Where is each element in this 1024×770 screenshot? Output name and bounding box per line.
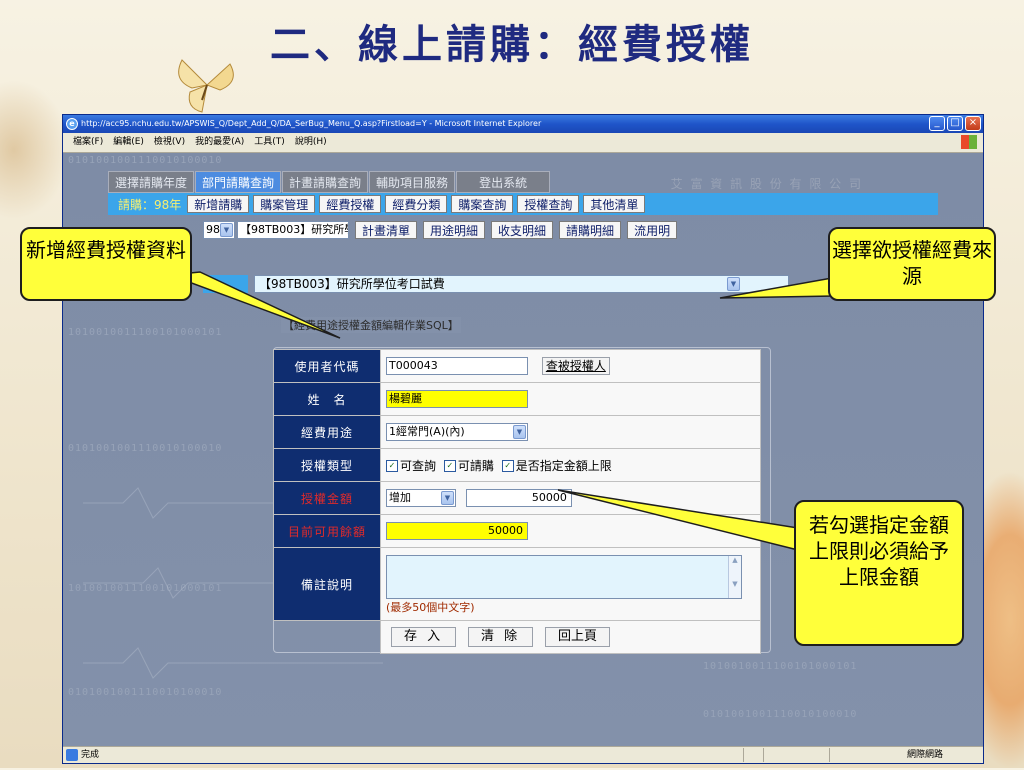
binary-bg: 0101001001110010100010 (68, 155, 223, 166)
ie-icon: e (66, 118, 78, 130)
available-balance: 50000 (386, 522, 528, 540)
menu-bar: 檔案(F) 編輯(E) 檢視(V) 我的最愛(A) 工具(T) 說明(H) (63, 133, 983, 153)
tab-plan-query[interactable]: 計畫請購查詢 (282, 171, 369, 193)
binary-bg: 0101001001110010100010 (68, 443, 223, 454)
auth-amount-label: 授權金額 (273, 481, 381, 515)
windows-logo-icon (961, 135, 977, 149)
page-done-icon (66, 749, 78, 761)
top-nav: 選擇請購年度 部門請購查詢 計畫請購查詢 輔助項目服務 登出系統 (108, 171, 551, 193)
callout-select-source: 選擇欲授權經費來源 (828, 227, 996, 301)
binary-bg: 0101001001110010100010 (703, 709, 858, 720)
tab-aux-service[interactable]: 輔助項目服務 (369, 171, 456, 193)
binary-bg: 1010010011100101000101 (68, 327, 223, 338)
amount-input[interactable]: 50000 (465, 489, 572, 507)
menu-file[interactable]: 檔案(F) (73, 133, 103, 152)
usage-label: 經費用途 (273, 415, 381, 449)
textarea-scrollbar[interactable]: ▲ ▼ (728, 556, 741, 598)
window-title: http://acc95.nchu.edu.tw/APSWIS_Q/Dept_A… (81, 119, 542, 128)
status-separator (743, 748, 744, 762)
amount-op-select[interactable]: 增加 ▼ (386, 489, 456, 507)
query-authorized-button[interactable]: 查被授權人 (541, 357, 610, 375)
menu-favorites[interactable]: 我的最愛(A) (195, 133, 244, 152)
source-bar: 【98TB003】研究所學位考口試費 ▼ (203, 275, 793, 293)
slide-title: 二、線上請購：經費授權 (270, 21, 754, 68)
request-checkbox-label: 可請購 (457, 458, 494, 473)
tab-other-list[interactable]: 其他清單 (583, 195, 646, 213)
company-name: 艾 富 資 訊 股 份 有 限 公 司 (670, 177, 863, 191)
callout-limit-amount: 若勾選指定金額上限則必須給予上限金額 (794, 500, 964, 646)
window-titlebar: e http://acc95.nchu.edu.tw/APSWIS_Q/Dept… (63, 115, 983, 133)
year-label: 請購：98年 (118, 197, 182, 212)
chevron-down-icon: ▼ (441, 491, 454, 505)
tab-auth-query[interactable]: 授權查詢 (517, 195, 580, 213)
empty-cell (274, 621, 381, 654)
source-label-bg (203, 275, 248, 293)
request-checkbox[interactable]: ✓ (443, 460, 456, 472)
status-text: 完成 (81, 750, 100, 760)
sub-nav: 請購：98年 新增請購 購案管理 經費授權 經費分類 購案查詢 授權查詢 其他清… (108, 193, 938, 215)
status-separator (829, 748, 830, 762)
project-select[interactable]: 【98TB003】研究所學位考口試費 (237, 221, 349, 239)
query-checkbox[interactable]: ✓ (386, 460, 398, 472)
status-bar: 完成 網際網路 (63, 746, 983, 763)
maximize-button[interactable]: □ (947, 116, 963, 131)
clear-button[interactable]: 清 除 (467, 627, 534, 647)
limit-checkbox[interactable]: ✓ (501, 460, 514, 472)
limit-checkbox-label: 是否指定金額上限 (515, 458, 612, 473)
year-select[interactable]: 98 ▼ (203, 221, 235, 239)
internet-zone: 網際網路 (906, 750, 943, 760)
tab-usage-detail[interactable]: 用途明細 (423, 221, 486, 239)
usage-select[interactable]: 1經常門(A)(內) ▼ (386, 423, 528, 441)
project-nav: 98 ▼ 【98TB003】研究所學位考口試費 計畫清單 用途明細 收支明細 請… (203, 219, 678, 241)
tab-new-request[interactable]: 新增請購 (187, 195, 250, 213)
form-title: 【經費用途授權金額編輯作業SQL】 (281, 317, 461, 333)
user-code-label: 使用者代碼 (273, 349, 381, 383)
chevron-down-icon: ▼ (513, 425, 526, 439)
browser-window: e http://acc95.nchu.edu.tw/APSWIS_Q/Dept… (62, 114, 984, 764)
auth-type-label: 授權類型 (273, 448, 381, 482)
status-separator (763, 748, 764, 762)
background-leaf-left (0, 80, 70, 220)
chevron-down-icon: ▼ (220, 223, 233, 237)
remarks-textarea[interactable]: ▲ ▼ (386, 555, 742, 599)
menu-view[interactable]: 檢視(V) (154, 133, 185, 152)
tab-purchase-manage[interactable]: 購案管理 (253, 195, 316, 213)
back-button[interactable]: 回上頁 (544, 627, 610, 647)
save-button[interactable]: 存 入 (391, 627, 457, 647)
chevron-down-icon: ▼ (727, 277, 740, 291)
menu-tools[interactable]: 工具(T) (254, 133, 285, 152)
name-field[interactable]: 楊碧麗 (386, 390, 528, 408)
remarks-hint: (最多50個中文字) (386, 601, 475, 614)
tab-logout[interactable]: 登出系統 (456, 171, 551, 193)
fund-source-select[interactable]: 【98TB003】研究所學位考口試費 ▼ (254, 275, 789, 293)
callout-new-auth: 新增經費授權資料 (20, 227, 192, 301)
binary-bg: 1010010011100101000101 (703, 661, 858, 672)
name-label: 姓 名 (273, 382, 381, 416)
minimize-button[interactable]: _ (929, 116, 945, 131)
auth-form: 使用者代碼 T000043 查被授權人 姓 名 楊碧麗 經費用途 1經常門(A)… (273, 349, 761, 654)
query-checkbox-label: 可查詢 (400, 458, 437, 473)
user-code-input[interactable]: T000043 (386, 357, 528, 375)
tab-plan-list[interactable]: 計畫清單 (355, 221, 418, 239)
menu-edit[interactable]: 編輯(E) (113, 133, 144, 152)
tab-fund-category[interactable]: 經費分類 (385, 195, 448, 213)
tab-income-detail[interactable]: 收支明細 (491, 221, 554, 239)
menu-help[interactable]: 說明(H) (295, 133, 327, 152)
close-button[interactable]: × (965, 116, 981, 131)
tab-select-year[interactable]: 選擇請購年度 (108, 171, 195, 193)
tab-purchase-query[interactable]: 購案查詢 (451, 195, 514, 213)
tab-dept-query[interactable]: 部門請購查詢 (195, 171, 282, 193)
remarks-label: 備註說明 (273, 547, 381, 621)
tab-request-detail[interactable]: 請購明細 (559, 221, 622, 239)
tab-transfer-detail[interactable]: 流用明 (627, 221, 678, 239)
available-label: 目前可用餘額 (273, 514, 381, 548)
tab-fund-auth[interactable]: 經費授權 (319, 195, 382, 213)
